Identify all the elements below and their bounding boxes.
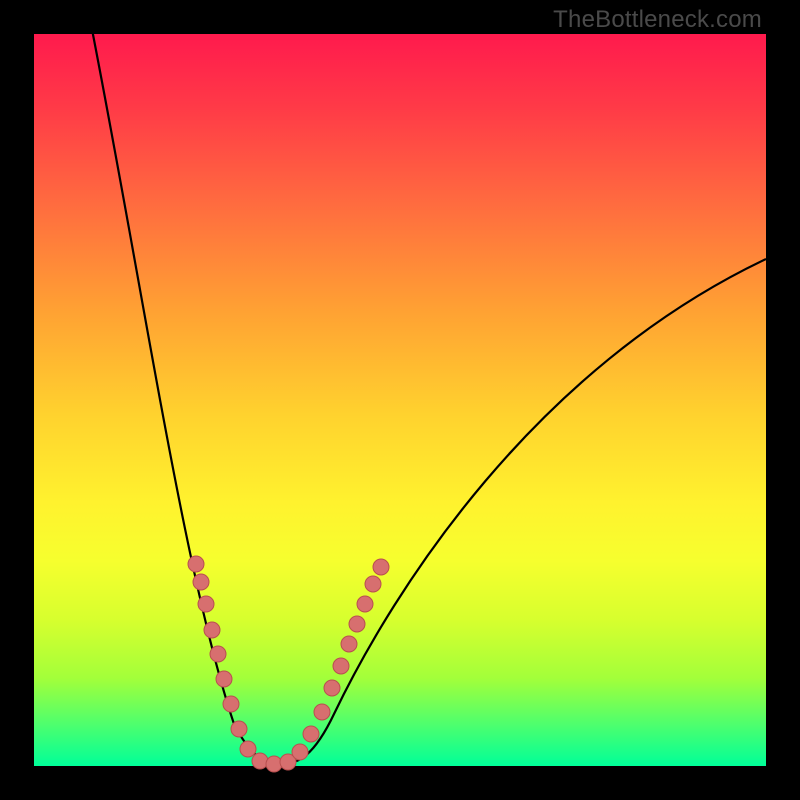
watermark-text: TheBottleneck.com: [553, 6, 762, 34]
data-dot: [365, 576, 381, 592]
data-dot: [373, 559, 389, 575]
data-dot: [240, 741, 256, 757]
data-dot: [188, 556, 204, 572]
data-dot: [223, 696, 239, 712]
data-dot: [266, 756, 282, 772]
data-dot: [252, 753, 268, 769]
data-dot: [210, 646, 226, 662]
data-dot: [231, 721, 247, 737]
data-dot: [324, 680, 340, 696]
data-dot: [314, 704, 330, 720]
data-dot: [193, 574, 209, 590]
data-dot: [292, 744, 308, 760]
chart-plot-area: [34, 34, 766, 766]
data-dot: [349, 616, 365, 632]
bottleneck-curve-svg: [34, 34, 766, 766]
data-dot: [357, 596, 373, 612]
data-dot: [198, 596, 214, 612]
data-dot: [341, 636, 357, 652]
data-dot: [303, 726, 319, 742]
data-dot: [204, 622, 220, 638]
bottleneck-curve-path: [89, 14, 766, 764]
data-dot: [333, 658, 349, 674]
data-dot: [216, 671, 232, 687]
